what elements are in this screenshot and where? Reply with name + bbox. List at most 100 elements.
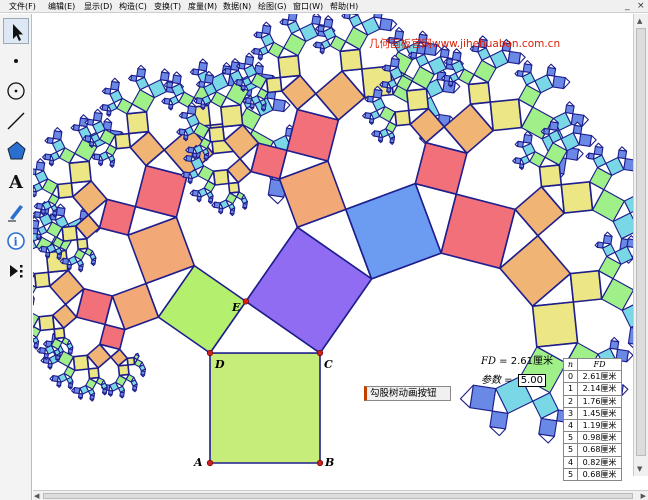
- tree-square: [560, 181, 594, 214]
- table-cell-fd: 0.68厘米: [577, 443, 622, 457]
- point-C[interactable]: [316, 349, 324, 357]
- scroll-down-icon[interactable]: ▼: [637, 465, 642, 473]
- tree-triangle: [33, 194, 37, 198]
- fd-table[interactable]: n FD 0 2.61厘米 1 2.14厘米 2 1.76厘米 3 1.45厘米 4 1.19厘米…: [563, 357, 622, 481]
- tree-triangle: [33, 346, 39, 350]
- info-tool[interactable]: i: [3, 228, 29, 254]
- label-A: A: [194, 456, 203, 469]
- point-tool[interactable]: [3, 48, 29, 74]
- horizontal-scrollbar[interactable]: ◀ ▶: [33, 490, 648, 500]
- straightedge-tool[interactable]: [3, 108, 29, 134]
- point-A[interactable]: [206, 459, 214, 467]
- tree-triangle: [250, 47, 255, 55]
- tree-triangle: [453, 81, 461, 94]
- label-D: D: [215, 358, 225, 371]
- watermark-text: 几何画板官网www.jihehuaban.com.cn: [369, 38, 561, 50]
- tree-triangle: [395, 26, 405, 33]
- close-button[interactable]: ×: [637, 1, 645, 11]
- tree-triangle: [196, 199, 202, 203]
- text-tool[interactable]: A: [3, 168, 29, 194]
- geometry-sketchpad-window: 文件(F) 编辑(E) 显示(D) 构造(C) 变换(T) 度量(M) 数据(N) 绘图(G)…: [0, 0, 648, 500]
- tree-triangle: [621, 384, 629, 397]
- tree-triangle: [36, 347, 41, 354]
- table-header-row: n FD: [563, 357, 622, 372]
- compass-tool[interactable]: [3, 78, 29, 104]
- tree-square: [339, 48, 363, 72]
- tree-square: [33, 227, 39, 235]
- measure-value: 2.61: [510, 356, 533, 367]
- tree-triangle: [594, 142, 604, 149]
- param-eq: =: [501, 375, 516, 386]
- tree-triangle: [48, 163, 54, 167]
- custom-tool[interactable]: [3, 258, 29, 284]
- scroll-up-icon[interactable]: ▲: [637, 17, 642, 25]
- arrow-select-tool[interactable]: [3, 18, 29, 44]
- menu-item-4[interactable]: 变换(T): [154, 0, 181, 13]
- tree-triangle: [161, 68, 170, 74]
- menu-item-9[interactable]: 帮助(H): [330, 0, 358, 13]
- text-icon: A: [8, 172, 24, 193]
- param-value[interactable]: 5.00: [517, 374, 547, 387]
- table-cell-fd: 1.19厘米: [577, 418, 622, 433]
- vertical-scroll-thumb[interactable]: [636, 28, 646, 456]
- table-cell-fd: 0.82厘米: [577, 455, 622, 469]
- menu-item-0[interactable]: 文件(F): [9, 0, 36, 13]
- tree-square: [114, 132, 131, 150]
- tree-square: [33, 300, 35, 306]
- tree-triangle: [106, 113, 112, 117]
- table-row: 5 0.68厘米: [563, 443, 622, 457]
- menu-item-3[interactable]: 构造(C): [119, 0, 147, 13]
- table-cell-fd: 1.45厘米: [577, 406, 622, 420]
- tree-triangle: [77, 396, 83, 400]
- tree-triangle: [94, 108, 103, 115]
- tree-triangle: [44, 137, 49, 144]
- tree-triangle: [47, 366, 53, 370]
- menu-item-2[interactable]: 显示(D): [84, 0, 112, 13]
- polygon-icon: [7, 141, 26, 160]
- tree-triangle: [242, 206, 248, 210]
- tree-triangle: [67, 386, 73, 390]
- vertical-scrollbar[interactable]: ▲ ▼: [633, 14, 648, 476]
- fd-measurement[interactable]: FD = 2.61厘米: [481, 352, 553, 367]
- tree-triangle: [128, 74, 133, 82]
- animate-tree-button[interactable]: 勾股树动画按钮: [364, 386, 451, 401]
- horizontal-scroll-thumb[interactable]: [43, 493, 633, 499]
- tree-triangle: [312, 14, 322, 18]
- scroll-left-icon[interactable]: ◀: [34, 492, 39, 500]
- label-B: B: [325, 456, 335, 469]
- menu-item-1[interactable]: 编辑(E): [48, 0, 75, 13]
- tree-triangle: [231, 58, 241, 64]
- menu-item-8[interactable]: 窗口(W): [293, 0, 323, 13]
- sketch-canvas[interactable]: 几何画板官网www.jihehuaban.com.cn E D C A B FD…: [33, 14, 648, 500]
- tree-square: [61, 225, 79, 242]
- tree-triangle: [195, 80, 201, 88]
- point-D[interactable]: [206, 349, 214, 357]
- tree-triangle: [176, 128, 181, 135]
- tree-triangle: [368, 121, 374, 125]
- parameter-control[interactable]: 参数 = 5.00: [481, 371, 547, 387]
- point-E[interactable]: [242, 298, 249, 305]
- tree-triangle: [140, 374, 146, 378]
- tree-triangle: [178, 111, 183, 119]
- menu-item-5[interactable]: 度量(M): [188, 0, 217, 13]
- tree-square: [489, 98, 523, 132]
- tree-triangle: [98, 163, 103, 167]
- point-icon: [14, 59, 18, 63]
- menu-item-7[interactable]: 绘图(G): [258, 0, 286, 13]
- minimize-button[interactable]: _: [625, 1, 630, 11]
- scroll-right-icon[interactable]: ▶: [641, 492, 646, 500]
- tree-square: [538, 164, 563, 188]
- arrow-select-icon: [13, 24, 23, 41]
- tree-triangle: [514, 140, 519, 148]
- tree-triangle: [229, 212, 235, 217]
- tree-square: [33, 271, 51, 289]
- toolbox: A i: [0, 14, 32, 500]
- marker-tool[interactable]: [3, 198, 29, 224]
- tree-triangle: [324, 15, 334, 21]
- polygon-tool[interactable]: [3, 138, 29, 164]
- tree-square: [56, 182, 74, 199]
- menu-item-6[interactable]: 数据(N): [223, 0, 251, 13]
- tree-triangle: [109, 164, 115, 168]
- table-row: 4 0.82厘米: [563, 455, 622, 469]
- point-B[interactable]: [316, 459, 324, 467]
